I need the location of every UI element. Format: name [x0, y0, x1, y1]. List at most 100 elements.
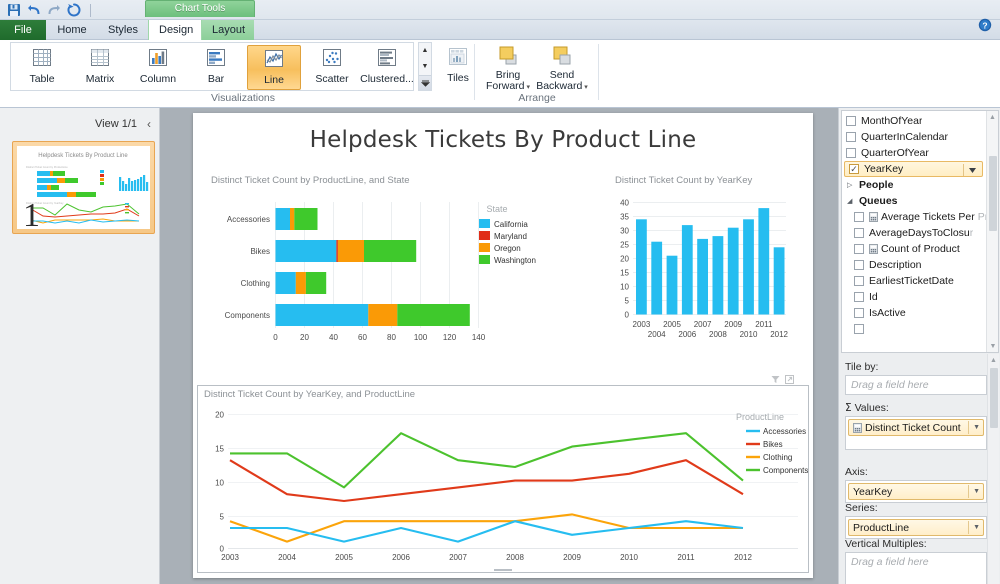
axis-pill-caret-icon[interactable]: ▼: [973, 488, 980, 495]
bar-cat-2: Clothing: [241, 279, 270, 288]
series-pill-productline[interactable]: ProductLine ▼: [848, 519, 984, 536]
undo-icon[interactable]: [26, 2, 42, 18]
field-row-earliestticketdate[interactable]: EarliestTicketDate: [842, 273, 986, 289]
sigma-icon: Σ: [845, 402, 852, 414]
field-row-count-of-product[interactable]: Count of Product: [842, 241, 986, 257]
refresh-icon[interactable]: [66, 2, 82, 18]
chevron-left-icon[interactable]: ‹: [147, 117, 151, 131]
right-panel-scrollbar[interactable]: ▲ ▼: [987, 354, 999, 584]
field-row-monthofyear[interactable]: MonthOfYear: [842, 113, 986, 129]
save-icon[interactable]: [6, 2, 22, 18]
checkbox-averagedaystoclosure[interactable]: [854, 228, 864, 238]
field-row-quarterofyear[interactable]: QuarterOfYear: [842, 145, 986, 161]
scroll-up-icon[interactable]: ▲: [987, 111, 998, 123]
filter-icon[interactable]: [771, 375, 780, 384]
field-row-isactive[interactable]: IsActive: [842, 305, 986, 321]
viz-toolbar-icons: [771, 375, 794, 384]
send-backward-caret-icon[interactable]: ▾: [582, 84, 588, 91]
checkbox-quarterofyear[interactable]: [846, 148, 856, 158]
series-field-well[interactable]: ProductLine ▼: [845, 516, 987, 539]
values-pill-caret-icon[interactable]: ▼: [973, 424, 980, 431]
field-list-scrollbar[interactable]: ▲ ▼: [986, 111, 998, 352]
viz-button-table[interactable]: Table: [15, 45, 69, 90]
svg-text:2008: 2008: [506, 553, 524, 562]
values-pill-distinct-ticket-count[interactable]: Distinct Ticket Count ▼: [848, 419, 984, 436]
panel-scroll-up-icon[interactable]: ▲: [988, 354, 999, 366]
right-panel-scroll-thumb[interactable]: [990, 368, 998, 428]
checkbox-isactive[interactable]: [854, 308, 864, 318]
svg-text:15: 15: [620, 269, 629, 278]
field-row-yearkey[interactable]: ✓ YearKey: [844, 161, 983, 177]
viz-button-scatter[interactable]: Scatter: [305, 45, 359, 90]
checkbox-average-tickets[interactable]: [854, 212, 864, 222]
field-row-description[interactable]: Description: [842, 257, 986, 273]
field-group-people[interactable]: ▷ People: [842, 177, 986, 193]
svg-text:2003: 2003: [221, 553, 239, 562]
field-dropdown-yearkey-icon[interactable]: [963, 164, 980, 176]
popout-icon[interactable]: [785, 375, 794, 384]
field-list[interactable]: MonthOfYear QuarterInCalendar QuarterOfY…: [841, 110, 999, 353]
values-field-well[interactable]: Distinct Ticket Count ▼: [845, 416, 987, 450]
report-page[interactable]: Helpdesk Tickets By Product Line Distinc…: [193, 113, 813, 578]
checkbox-description[interactable]: [854, 260, 864, 270]
chevron-right-icon[interactable]: ▷: [847, 181, 854, 189]
checkbox-partial[interactable]: [854, 324, 864, 334]
bring-forward-line2: Forward: [486, 80, 525, 92]
field-row-quarterincalendar[interactable]: QuarterInCalendar: [842, 129, 986, 145]
viz-button-line[interactable]: Line: [247, 45, 301, 90]
resize-handle-bottom[interactable]: [494, 569, 512, 571]
report-title[interactable]: Helpdesk Tickets By Product Line: [193, 127, 813, 153]
tab-home[interactable]: Home: [46, 20, 98, 40]
chevron-down-icon[interactable]: ◢: [847, 197, 854, 205]
viz-line-chart[interactable]: Distinct Ticket Count by YearKey, and Pr…: [197, 385, 809, 573]
field-row-averagedaystoclosure[interactable]: AverageDaysToClosur: [842, 225, 986, 241]
viz-button-bar[interactable]: Bar: [189, 45, 243, 90]
viz-button-matrix[interactable]: Matrix: [73, 45, 127, 90]
svg-text:10: 10: [620, 283, 629, 292]
field-row-partial[interactable]: [842, 321, 986, 337]
viz-column-chart[interactable]: Distinct Ticket Count by YearKey 40 35 3…: [611, 175, 801, 365]
scroll-down-icon[interactable]: ▼: [987, 340, 998, 352]
gallery-scroll-down-icon[interactable]: ▼: [419, 59, 431, 74]
checkbox-yearkey[interactable]: ✓: [849, 164, 859, 174]
field-row-id[interactable]: Id: [842, 289, 986, 305]
gallery-scrollbar[interactable]: ▲ ▼: [418, 42, 432, 91]
bring-forward-caret-icon[interactable]: ▾: [525, 84, 530, 91]
checkbox-id[interactable]: [854, 292, 864, 302]
svg-text:5: 5: [220, 513, 225, 522]
field-label-earliestticketdate: EarliestTicketDate: [869, 275, 954, 287]
gallery-more-icon[interactable]: [419, 75, 431, 90]
viz-bar-chart[interactable]: Distinct Ticket Count by ProductLine, an…: [207, 175, 537, 365]
svg-text:120: 120: [443, 333, 457, 342]
viz-button-column[interactable]: Column: [131, 45, 185, 90]
checkbox-earliestticketdate[interactable]: [854, 276, 864, 286]
viz-button-tiles[interactable]: Tiles: [440, 44, 476, 89]
series-pill-caret-icon[interactable]: ▼: [973, 524, 980, 531]
tab-design[interactable]: Design: [148, 20, 202, 41]
viz-button-clustered[interactable]: Clustered...: [359, 45, 415, 90]
tab-file[interactable]: File: [0, 20, 46, 40]
svg-text:?: ?: [982, 20, 987, 30]
help-icon[interactable]: ?: [978, 18, 992, 32]
tab-layout[interactable]: Layout: [202, 20, 254, 40]
field-row-average-tickets-per-product[interactable]: Average Tickets Per Pr: [842, 209, 986, 225]
axis-pill-yearkey[interactable]: YearKey ▼: [848, 483, 984, 500]
vertical-multiples-field-well[interactable]: Drag a field here: [845, 552, 987, 584]
checkbox-monthofyear[interactable]: [846, 116, 856, 126]
view-thumbnail[interactable]: Helpdesk Tickets By Product Line Distinc…: [12, 141, 155, 234]
tile-by-field-well[interactable]: Drag a field here: [845, 375, 987, 395]
tab-styles[interactable]: Styles: [98, 20, 148, 40]
clustered-bar-icon: [373, 47, 401, 72]
gallery-scroll-up-icon[interactable]: ▲: [419, 43, 431, 58]
field-group-queues[interactable]: ◢ Queues: [842, 193, 986, 209]
bring-forward-button[interactable]: Bring Forward ▾: [482, 42, 534, 92]
field-label-quarterincalendar: QuarterInCalendar: [861, 131, 948, 143]
send-backward-button[interactable]: Send Backward ▾: [536, 42, 588, 92]
checkbox-count-of-product[interactable]: [854, 244, 864, 254]
checkbox-quarterincalendar[interactable]: [846, 132, 856, 142]
field-list-scroll-thumb[interactable]: [989, 156, 997, 231]
axis-field-well[interactable]: YearKey ▼: [845, 480, 987, 503]
label-tile-by: Tile by:: [845, 361, 879, 373]
calculated-field-icon: [853, 422, 862, 433]
redo-icon[interactable]: [46, 2, 62, 18]
